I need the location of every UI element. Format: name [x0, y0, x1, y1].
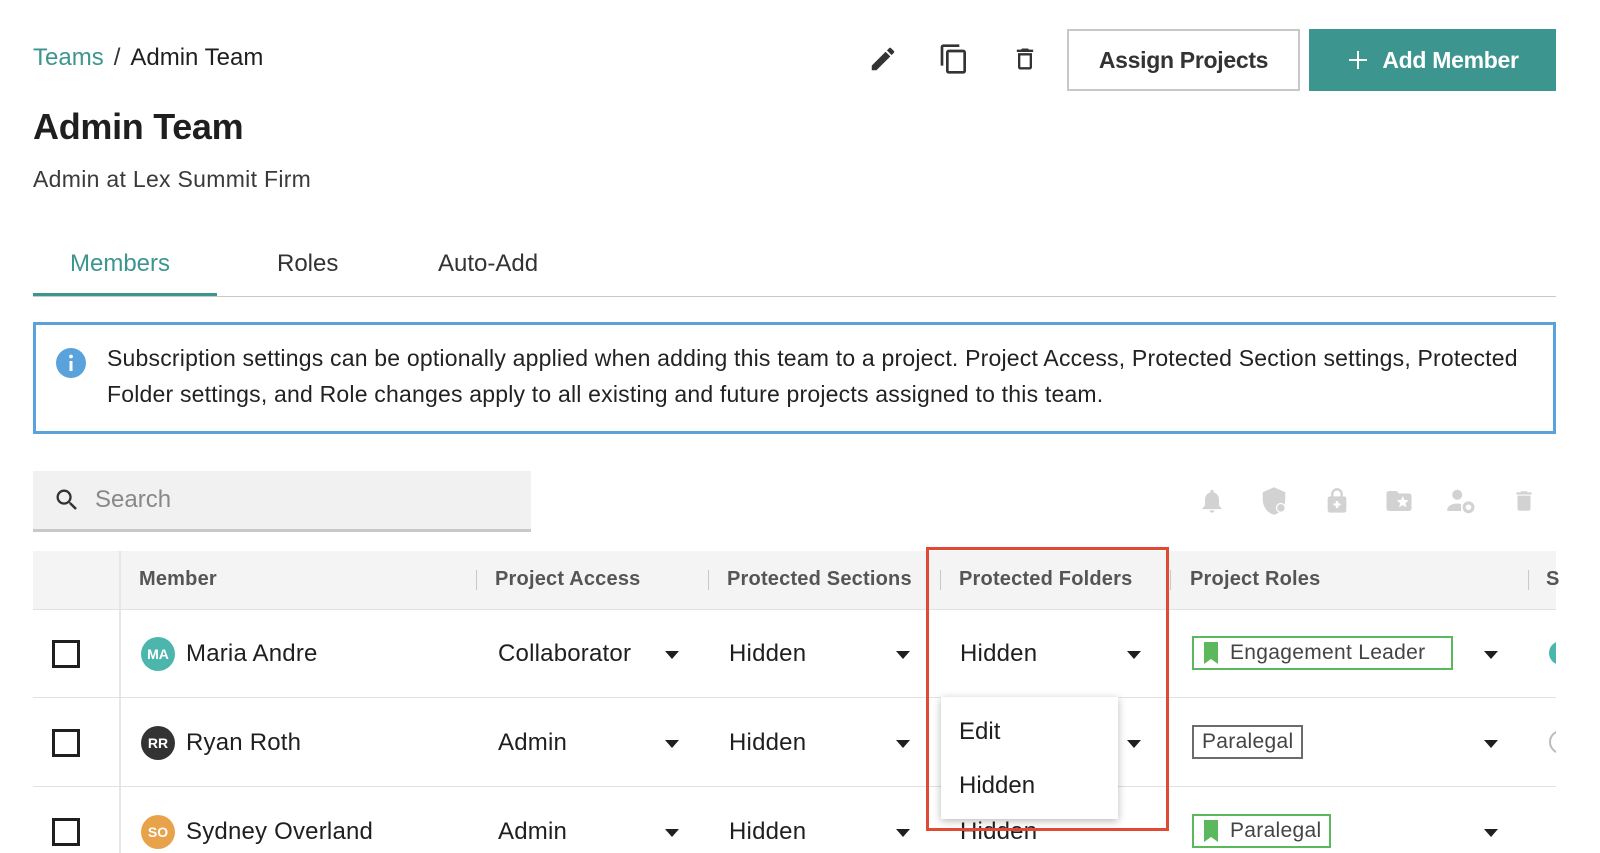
- project-roles-dropdown-caret[interactable]: [1484, 740, 1498, 748]
- page-title: Admin Team: [33, 106, 244, 147]
- folder-star-icon[interactable]: [1381, 483, 1417, 519]
- project-roles-dropdown-caret[interactable]: [1484, 829, 1498, 837]
- project-access-dropdown-caret[interactable]: [665, 829, 679, 837]
- info-banner-text: Subscription settings can be optionally …: [107, 345, 1518, 407]
- avatar: RR: [141, 726, 175, 760]
- role-tag[interactable]: Paralegal: [1192, 814, 1332, 848]
- column-header-project-access[interactable]: Project Access: [495, 568, 640, 591]
- column-header-project-roles[interactable]: Project Roles: [1190, 568, 1320, 591]
- row-checkbox-maria-andre[interactable]: [52, 640, 80, 668]
- assign-projects-button[interactable]: Assign Projects: [1067, 29, 1300, 91]
- info-icon: [55, 347, 87, 379]
- project-access-dropdown-caret[interactable]: [665, 740, 679, 748]
- column-header-truncated[interactable]: S: [1546, 568, 1560, 591]
- member-name: Sydney Overland: [186, 818, 374, 845]
- protected-sections-dropdown-caret[interactable]: [896, 740, 910, 748]
- status-indicator: [1549, 730, 1556, 754]
- active-tab-indicator: [33, 293, 217, 296]
- checkbox-column-divider: [119, 551, 121, 853]
- column-header-protected-sections[interactable]: Protected Sections: [727, 568, 912, 591]
- breadcrumb-current: Admin Team: [130, 44, 264, 71]
- avatar: SO: [141, 815, 175, 849]
- bookmark-icon: [1202, 820, 1220, 842]
- protected-sections-value[interactable]: Hidden: [729, 818, 806, 846]
- tab-roles[interactable]: Roles: [277, 250, 338, 278]
- column-header-member[interactable]: Member: [139, 568, 217, 591]
- protected-sections-value[interactable]: Hidden: [729, 640, 806, 668]
- column-separator: [476, 570, 477, 590]
- avatar: MA: [141, 637, 175, 671]
- bookmark-icon: [1202, 642, 1220, 664]
- highlight-box: [926, 547, 1169, 831]
- lock-icon[interactable]: [1319, 483, 1355, 519]
- project-roles-dropdown-caret[interactable]: [1484, 651, 1498, 659]
- bell-icon[interactable]: [1194, 483, 1230, 519]
- column-separator: [1528, 570, 1529, 590]
- search-icon: [53, 486, 81, 514]
- tabs-divider: [33, 296, 1556, 297]
- page-subtitle: Admin at Lex Summit Firm: [33, 166, 312, 192]
- row-checkbox-sydney-overland[interactable]: [52, 818, 80, 846]
- breadcrumb-separator: /: [113, 44, 121, 71]
- row-divider: [33, 786, 1556, 787]
- shield-icon[interactable]: [1256, 483, 1292, 519]
- project-access-dropdown-caret[interactable]: [665, 651, 679, 659]
- row-divider: [33, 697, 1556, 698]
- edit-icon[interactable]: [863, 39, 903, 79]
- protected-sections-value[interactable]: Hidden: [729, 729, 806, 757]
- add-member-label: Add Member: [1382, 46, 1519, 73]
- protected-sections-dropdown-caret[interactable]: [896, 651, 910, 659]
- breadcrumb: Teams / Admin Team: [33, 44, 263, 72]
- copy-icon[interactable]: [934, 39, 974, 79]
- member-name: Maria Andre: [186, 640, 318, 667]
- row-checkbox-ryan-roth[interactable]: [52, 729, 80, 757]
- trash-icon[interactable]: [1506, 483, 1542, 519]
- plus-icon: [1346, 48, 1370, 72]
- member-name: Ryan Roth: [186, 729, 302, 756]
- add-member-button[interactable]: Add Member: [1309, 29, 1556, 91]
- role-tag-label: Paralegal: [1202, 730, 1294, 753]
- search-input[interactable]: [93, 485, 497, 515]
- role-tag-label: Engagement Leader: [1230, 641, 1426, 664]
- column-separator: [1170, 570, 1171, 590]
- project-access-value[interactable]: Admin: [498, 818, 567, 846]
- breadcrumb-teams-link[interactable]: Teams: [33, 44, 104, 72]
- role-tag-label: Paralegal: [1230, 819, 1322, 842]
- protected-sections-dropdown-caret[interactable]: [896, 829, 910, 837]
- project-access-value[interactable]: Collaborator: [498, 640, 631, 668]
- tab-members[interactable]: Members: [70, 250, 170, 278]
- tab-auto-add[interactable]: Auto-Add: [438, 250, 538, 278]
- search-box: [33, 471, 531, 532]
- column-separator: [708, 570, 709, 590]
- status-indicator: [1549, 641, 1556, 665]
- role-tag[interactable]: Paralegal: [1192, 725, 1304, 759]
- project-access-value[interactable]: Admin: [498, 729, 567, 757]
- role-tag[interactable]: Engagement Leader: [1192, 636, 1453, 670]
- user-gear-icon[interactable]: [1443, 483, 1479, 519]
- delete-icon[interactable]: [1005, 39, 1045, 79]
